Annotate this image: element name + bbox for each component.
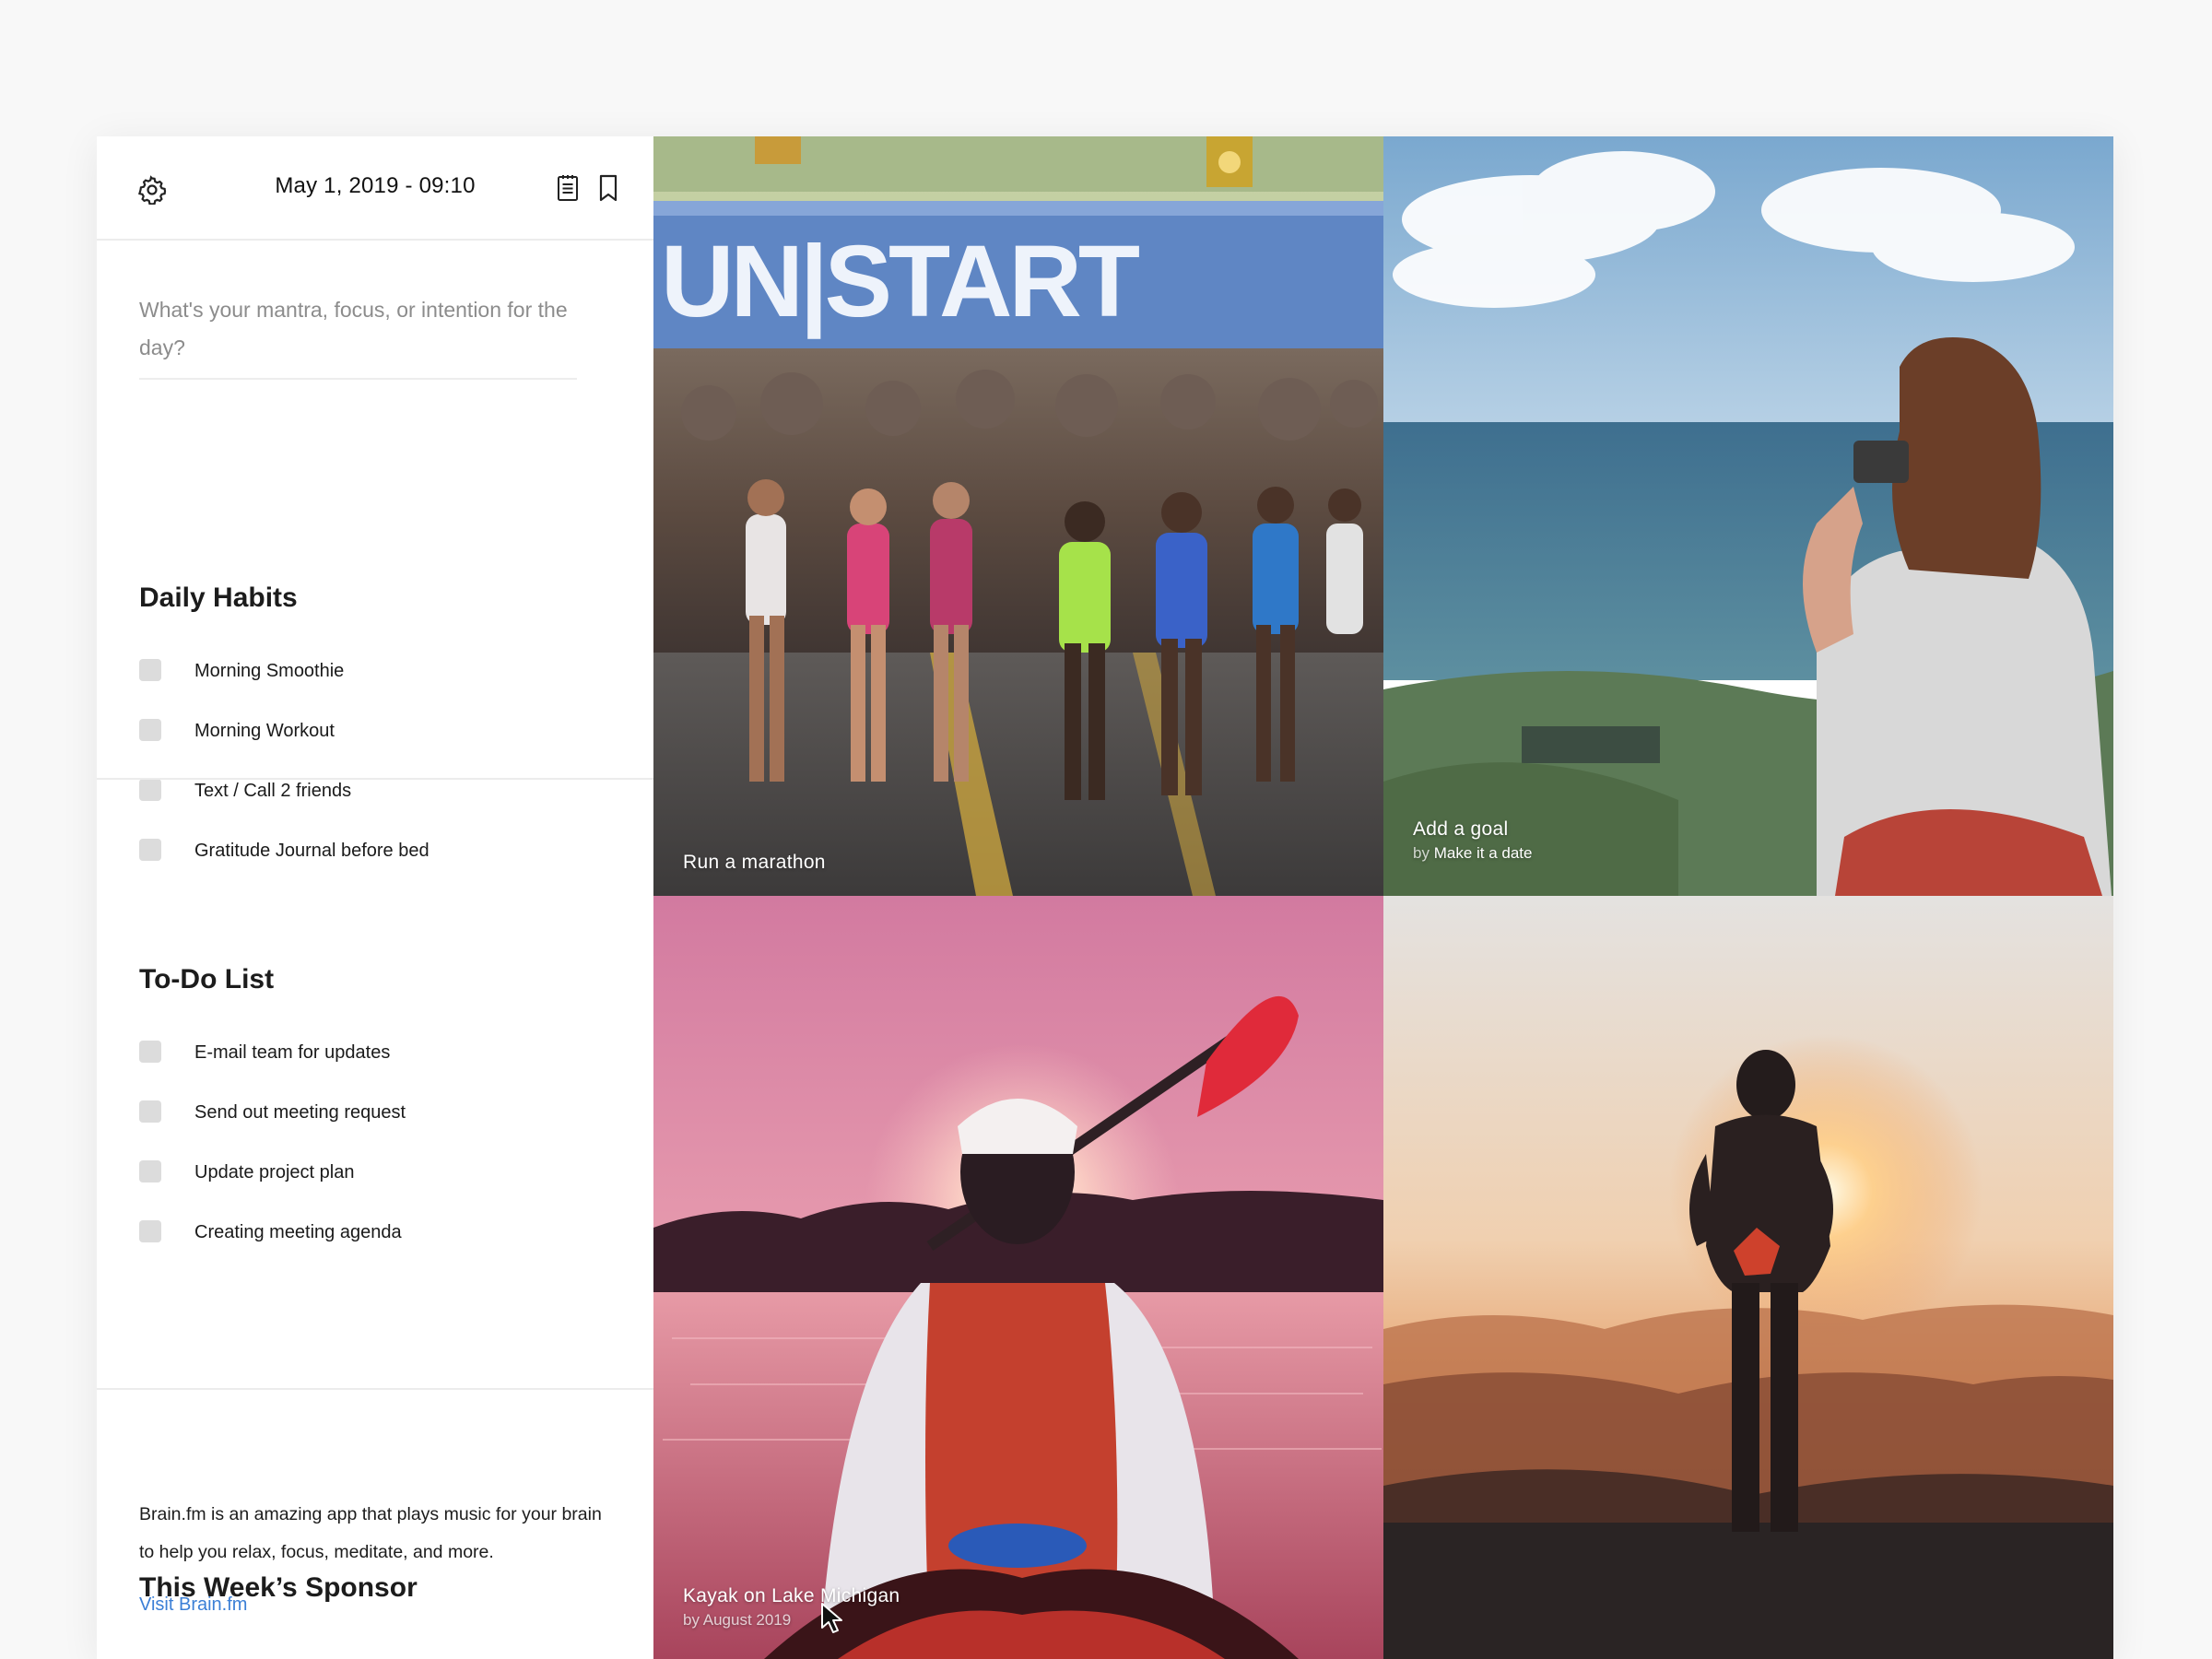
daily-habits-list: Morning Smoothie Morning Workout Text / … [139,641,429,881]
goal-tile-marathon[interactable]: UN|START Run a marathon [653,136,1383,896]
todo-item[interactable]: Send out meeting request [139,1083,406,1143]
tile-title: Run a marathon [683,852,826,873]
todo-checkbox[interactable] [139,1100,161,1123]
todo-checkbox[interactable] [139,1040,161,1063]
todo-item[interactable]: Update project plan [139,1143,406,1203]
sponsor-description: Brain.fm is an amazing app that plays mu… [139,1504,602,1562]
svg-text:UN|START: UN|START [661,225,1140,339]
journal-icon[interactable] [556,173,580,203]
todo-checkbox[interactable] [139,1219,161,1242]
habit-label: Morning Smoothie [194,661,345,681]
tile-title: Add a goal [1413,818,1509,840]
todo-label: Update project plan [194,1162,355,1182]
top-bar: May 1, 2019 - 09:10 [97,136,653,241]
goal-image-grid: UN|START Run a marathon Add a goal by Ma… [653,136,2113,1659]
habit-checkbox[interactable] [139,658,161,681]
sidebar: May 1, 2019 - 09:10 What's your mantra, … [97,136,653,1659]
mantra-input[interactable]: What's your mantra, focus, or intention … [139,291,577,380]
tile-byline: by Make it a date [1413,844,1532,863]
marathon-start-photo: UN|START [653,136,1383,896]
woman-photographing-sea-photo [1383,136,2113,896]
goal-tile-hiker[interactable] [1383,896,2113,1659]
habit-checkbox[interactable] [139,778,161,801]
byline-value: Make it a date [1433,844,1533,862]
tile-caption: Run a marathon [683,852,826,874]
habit-item[interactable]: Text / Call 2 friends [139,761,429,821]
tile-title: Kayak on Lake Michigan [683,1585,900,1606]
mouse-cursor-icon [821,1603,842,1633]
tile-byline: by August 2019 [683,1611,792,1629]
goal-tile-kayak[interactable]: Kayak on Lake Michigan by August 2019 [653,896,1383,1659]
hiker-sunset-photo [1383,896,2113,1659]
kayak-sunset-photo [653,896,1383,1659]
habit-item[interactable]: Morning Workout [139,701,429,761]
todo-list: E-mail team for updates Send out meeting… [139,1023,406,1263]
habit-item[interactable]: Gratitude Journal before bed [139,821,429,881]
tile-caption: Add a goal by Make it a date [1413,818,1532,863]
app-window: May 1, 2019 - 09:10 What's your mantra, … [97,136,2113,1659]
daily-habits-heading: Daily Habits [139,582,298,613]
todo-checkbox[interactable] [139,1159,161,1182]
todo-item[interactable]: E-mail team for updates [139,1023,406,1083]
bookmark-icon[interactable] [596,173,620,203]
habit-checkbox[interactable] [139,718,161,741]
habit-label: Gratitude Journal before bed [194,841,429,861]
todo-label: Send out meeting request [194,1102,406,1123]
habit-label: Text / Call 2 friends [194,781,352,801]
section-divider [97,1388,653,1390]
todo-label: E-mail team for updates [194,1042,391,1063]
tile-caption: Kayak on Lake Michigan by August 2019 [683,1585,900,1630]
byline-prefix: by [1413,844,1430,862]
add-goal-tile[interactable]: Add a goal by Make it a date [1383,136,2113,896]
habit-label: Morning Workout [194,721,335,741]
todo-label: Creating meeting agenda [194,1222,402,1242]
visit-sponsor-link[interactable]: Visit Brain.fm [139,1594,247,1616]
todo-item[interactable]: Creating meeting agenda [139,1203,406,1263]
section-divider [97,778,653,780]
todo-heading: To-Do List [139,964,275,994]
habit-item[interactable]: Morning Smoothie [139,641,429,701]
habit-checkbox[interactable] [139,838,161,861]
top-actions [556,173,620,203]
